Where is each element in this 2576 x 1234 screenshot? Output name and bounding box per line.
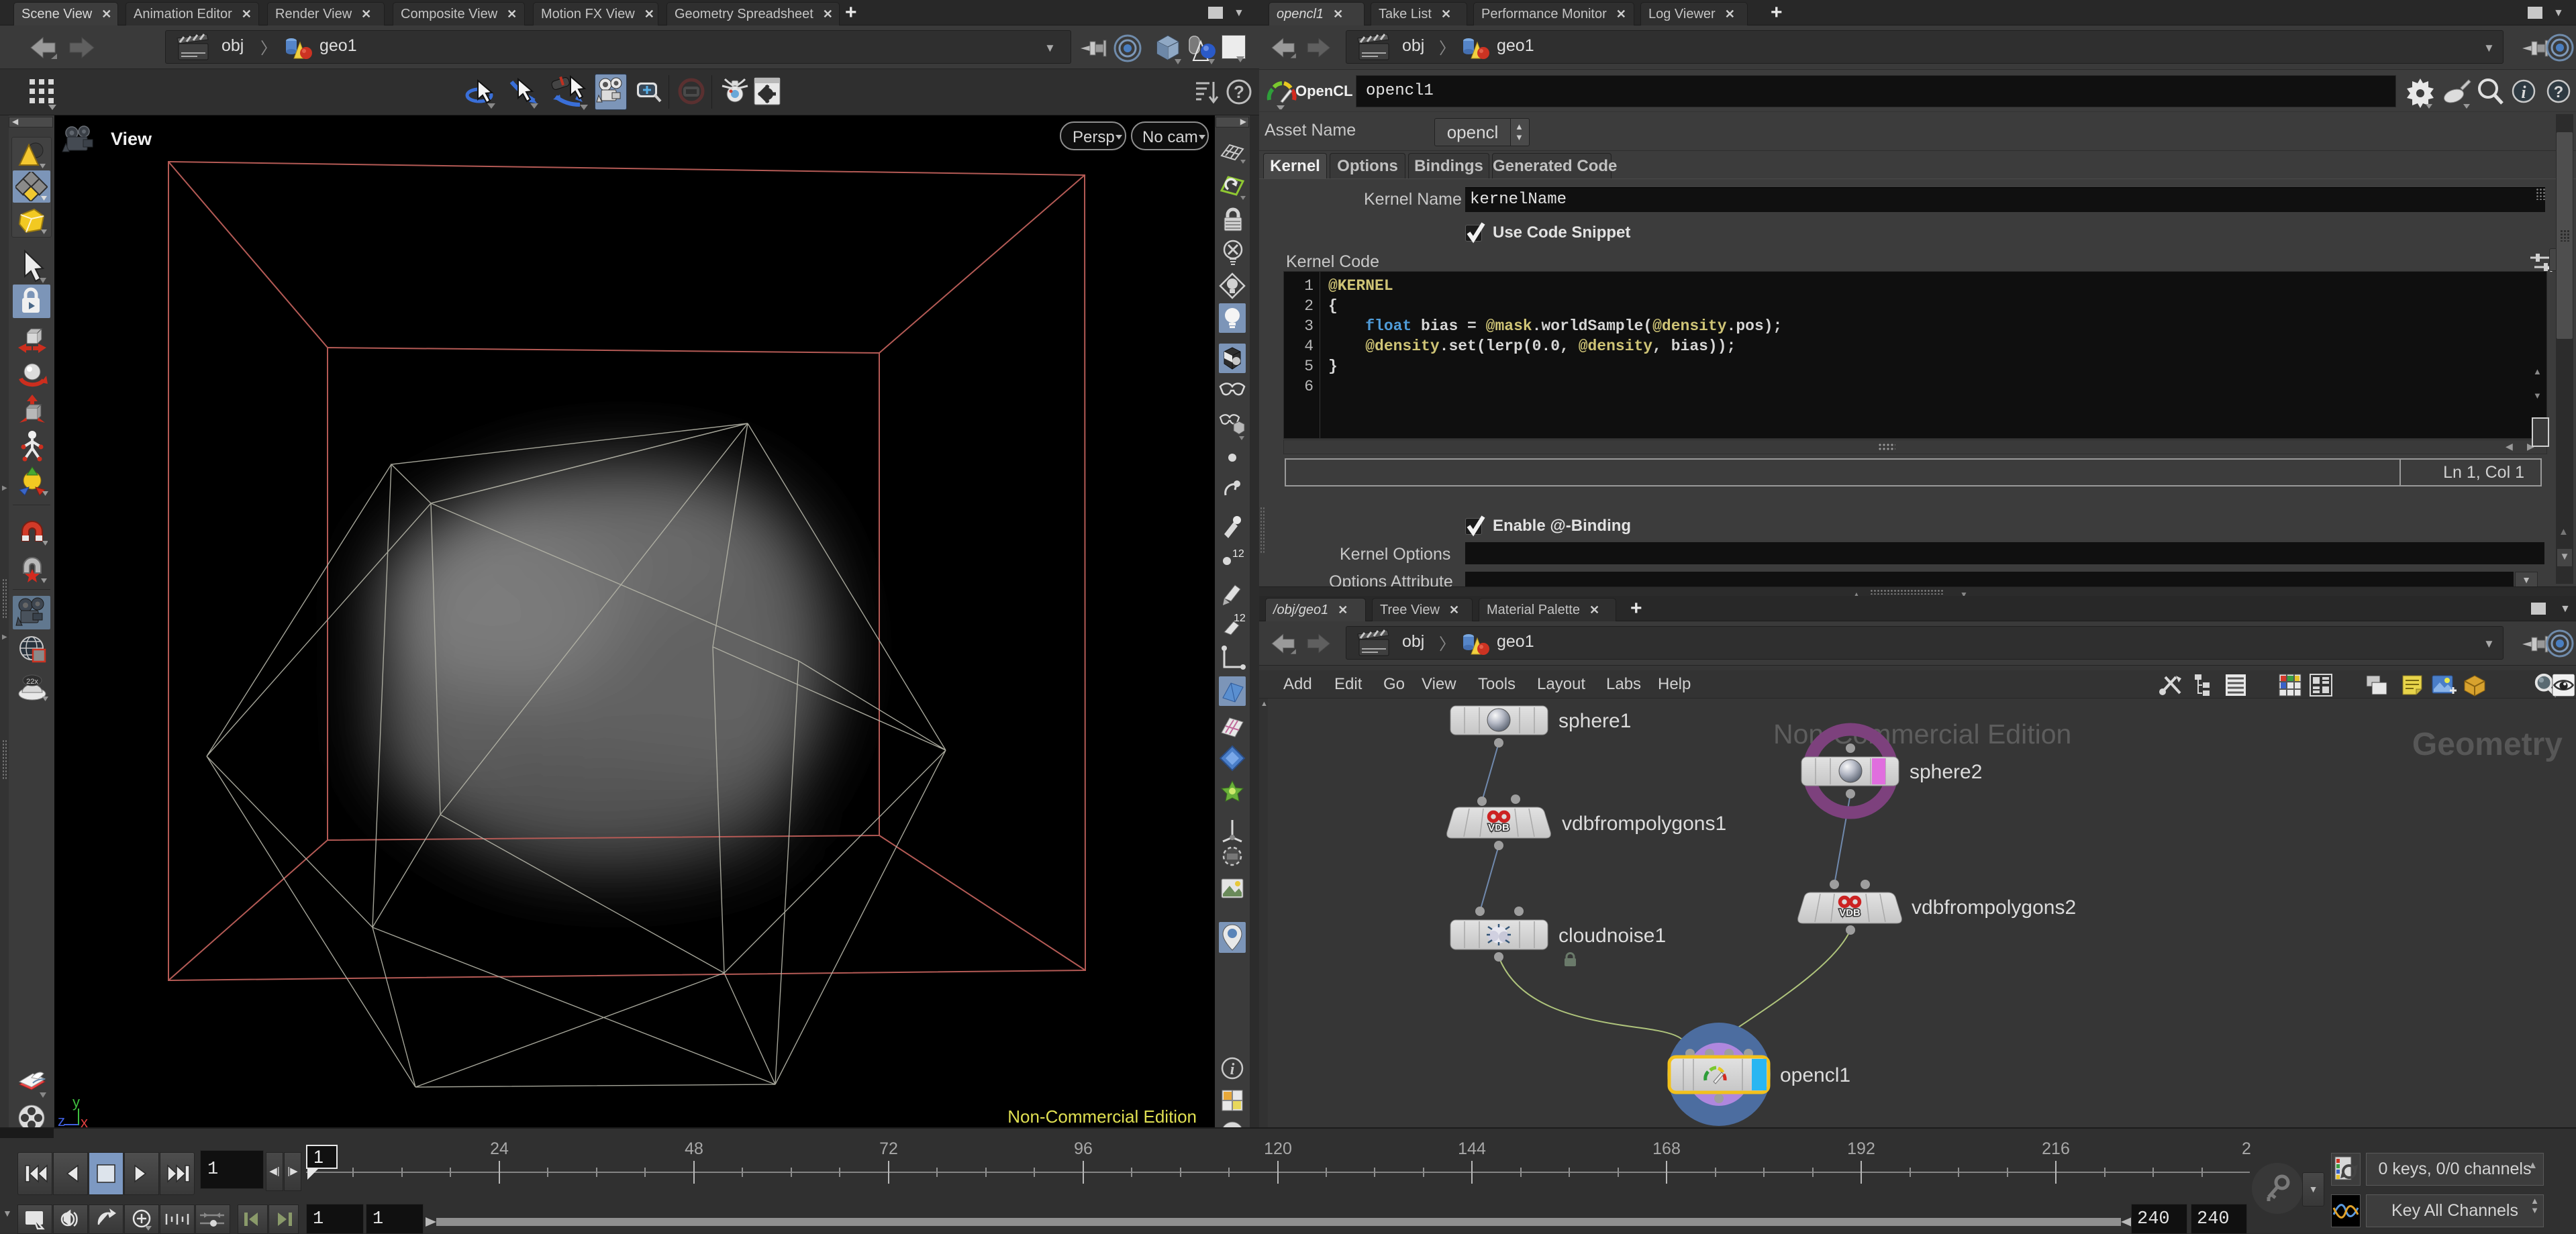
svg-text:72: 72 bbox=[879, 1139, 898, 1158]
svg-text:i: i bbox=[2521, 83, 2526, 102]
svg-text:x: x bbox=[81, 1114, 88, 1127]
svg-text:168: 168 bbox=[1652, 1139, 1681, 1158]
svg-text:i: i bbox=[1230, 1061, 1235, 1078]
svg-text:12: 12 bbox=[1234, 613, 1246, 624]
svg-text:96: 96 bbox=[1074, 1139, 1093, 1158]
svg-text:Geometry: Geometry bbox=[2412, 727, 2563, 762]
svg-text:sphere2: sphere2 bbox=[1910, 761, 1982, 783]
svg-text:vdbfrompolygons1: vdbfrompolygons1 bbox=[1562, 813, 1726, 835]
svg-text:VDB: VDB bbox=[1839, 907, 1861, 919]
svg-text:120: 120 bbox=[1264, 1139, 1292, 1158]
svg-text:144: 144 bbox=[1458, 1139, 1486, 1158]
svg-text:VDB: VDB bbox=[1488, 822, 1509, 833]
svg-text:48: 48 bbox=[685, 1139, 703, 1158]
svg-text:24: 24 bbox=[490, 1139, 509, 1158]
svg-text:cloudnoise1: cloudnoise1 bbox=[1558, 925, 1666, 947]
svg-text:sphere1: sphere1 bbox=[1558, 710, 1631, 732]
svg-text:?: ? bbox=[2554, 83, 2564, 101]
svg-text:y: y bbox=[72, 1094, 80, 1111]
svg-text:Persp: Persp bbox=[1073, 128, 1115, 146]
svg-text:?: ? bbox=[1234, 82, 1244, 102]
svg-text:Non-Commercial Edition: Non-Commercial Edition bbox=[1007, 1107, 1197, 1127]
svg-text:12: 12 bbox=[1232, 548, 1244, 560]
svg-text:2: 2 bbox=[2242, 1139, 2251, 1158]
svg-text:z: z bbox=[58, 1113, 65, 1127]
svg-text:22x: 22x bbox=[26, 678, 38, 686]
svg-text:No cam: No cam bbox=[1142, 128, 1198, 146]
svg-text:192: 192 bbox=[1847, 1139, 1875, 1158]
svg-text:opencl1: opencl1 bbox=[1780, 1064, 1850, 1086]
svg-text:vdbfrompolygons2: vdbfrompolygons2 bbox=[1912, 896, 2076, 919]
svg-text:View: View bbox=[111, 129, 152, 149]
svg-text:216: 216 bbox=[2042, 1139, 2070, 1158]
